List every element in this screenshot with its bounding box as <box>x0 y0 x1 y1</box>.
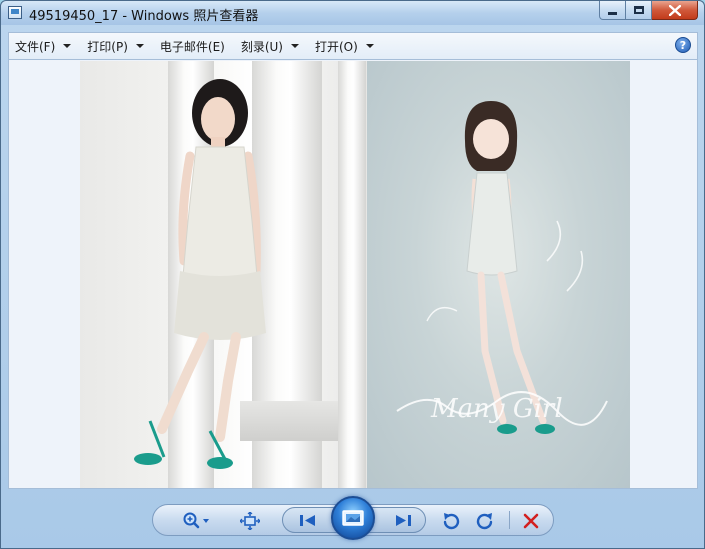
close-button[interactable] <box>652 1 698 20</box>
rotate-clockwise-icon <box>476 513 493 530</box>
chevron-down-icon <box>365 44 374 48</box>
rotate-clockwise-button[interactable] <box>475 511 495 531</box>
window-title: 49519450_17 - Windows 照片查看器 <box>29 9 259 24</box>
menu-burn[interactable]: 刻录(U) <box>235 35 305 57</box>
illustration-caption: Many Girl <box>430 394 563 424</box>
slideshow-button[interactable] <box>331 496 375 540</box>
menu-email[interactable]: 电子邮件(E) <box>154 35 231 57</box>
previous-icon <box>300 515 315 526</box>
slideshow-icon <box>342 510 364 526</box>
menu-bar: 文件(F) 打印(P) 电子邮件(E) 刻录(U) 打开(O) ? <box>8 32 698 60</box>
close-icon <box>668 4 681 16</box>
zoom-icon <box>183 512 209 529</box>
menu-file-label: 文件(F) <box>15 39 56 54</box>
menu-open[interactable]: 打开(O) <box>309 35 380 57</box>
menu-print-label: 打印(P) <box>87 39 128 54</box>
menu-email-label: 电子邮件(E) <box>159 39 225 54</box>
zoom-button[interactable] <box>179 511 213 531</box>
chevron-down-icon <box>63 44 72 48</box>
delete-icon <box>523 513 539 529</box>
illustrated-girl: Many Girl <box>396 101 608 434</box>
chevron-down-icon <box>135 44 144 48</box>
illustration-right-half: Many Girl <box>367 61 630 488</box>
rotate-counterclockwise-button[interactable] <box>441 511 461 531</box>
actual-size-button[interactable] <box>239 511 261 531</box>
chevron-down-icon <box>291 44 299 48</box>
maximize-button[interactable] <box>626 1 652 20</box>
minimize-button[interactable] <box>599 1 626 20</box>
next-icon <box>396 515 411 526</box>
help-icon[interactable]: ? <box>675 37 691 53</box>
separator <box>509 511 510 529</box>
photo-viewer-window: 49519450_17 - Windows 照片查看器 文件(F) 打印(P) <box>0 0 705 549</box>
menu-file[interactable]: 文件(F) <box>9 35 77 57</box>
displayed-photo[interactable]: Many Girl <box>80 61 630 488</box>
actual-size-icon <box>240 512 260 530</box>
maximize-icon <box>633 6 644 14</box>
photo-viewer-app-icon[interactable] <box>8 6 22 19</box>
menu-burn-label: 刻录(U) <box>240 39 283 54</box>
woman-figure <box>134 79 266 469</box>
photo-left-half <box>80 61 367 488</box>
menu-print[interactable]: 打印(P) <box>81 35 150 57</box>
title-bar[interactable]: 49519450_17 - Windows 照片查看器 <box>1 1 704 25</box>
menu-open-label: 打开(O) <box>315 39 358 54</box>
minimize-icon <box>608 11 617 15</box>
caption-buttons <box>599 1 698 21</box>
help-glyph: ? <box>679 38 687 52</box>
image-viewport[interactable]: Many Girl <box>8 60 698 489</box>
rotate-counterclockwise-icon <box>443 513 460 530</box>
delete-button[interactable] <box>521 511 541 531</box>
